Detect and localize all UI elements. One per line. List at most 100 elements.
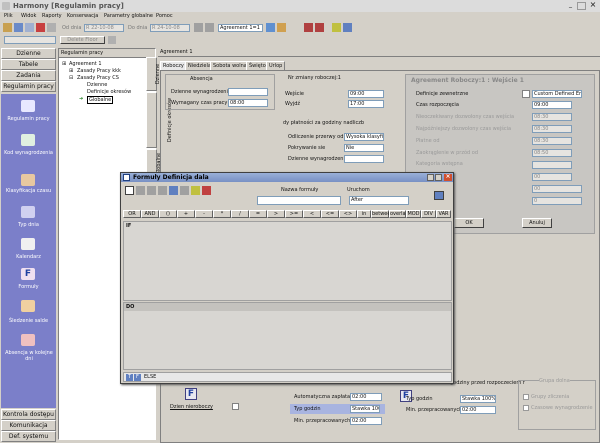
row-input[interactable]: 08:30: [532, 137, 572, 145]
help-icon[interactable]: [304, 23, 313, 32]
delete-icon[interactable]: [36, 23, 45, 32]
wyjscie-input[interactable]: 17:00: [348, 100, 384, 108]
date-to-input[interactable]: R 24-10-08: [150, 24, 190, 32]
op-plus[interactable]: +: [177, 210, 195, 218]
else-tab[interactable]: ELSE: [144, 374, 156, 380]
row-input[interactable]: 08:30: [532, 113, 572, 121]
rules-icon[interactable]: [21, 100, 35, 112]
min2-input[interactable]: 02:00: [460, 406, 496, 414]
nazwa-input[interactable]: [257, 196, 341, 205]
row-input[interactable]: 08:30: [532, 125, 572, 133]
close-icon[interactable]: ×: [444, 174, 452, 181]
calendar-icon[interactable]: [21, 238, 35, 250]
copy-icon[interactable]: [147, 186, 156, 195]
day-type-icon[interactable]: [21, 206, 35, 218]
tree-node-selected[interactable]: Globalne: [87, 96, 114, 104]
calendar-icon[interactable]: [194, 23, 203, 32]
save-icon[interactable]: [169, 186, 178, 195]
op-and[interactable]: AND: [141, 210, 159, 218]
cancel-button[interactable]: Anuluj: [522, 218, 552, 228]
nav-item-label[interactable]: Typ dnia: [1, 222, 56, 228]
screen-icon[interactable]: [343, 23, 352, 32]
quick-select[interactable]: [4, 36, 56, 44]
tree-node[interactable]: Definicje okresów: [87, 89, 131, 95]
if-tab-icon[interactable]: T: [126, 374, 133, 381]
nav-item-label[interactable]: Regulamin pracy: [1, 116, 56, 122]
op-divide[interactable]: /: [231, 210, 249, 218]
op-gte[interactable]: >=: [285, 210, 303, 218]
print-icon[interactable]: [25, 23, 34, 32]
wymagany-input[interactable]: 08:00: [228, 99, 268, 107]
typ2-select[interactable]: Stawka 100%: [460, 395, 496, 403]
op-gt[interactable]: >: [267, 210, 285, 218]
nav-item-label[interactable]: Formuły: [1, 284, 56, 290]
open-icon[interactable]: [3, 23, 12, 32]
typ-select[interactable]: Stawka 100: [350, 405, 380, 413]
open-icon[interactable]: [136, 186, 145, 195]
minimize-button[interactable]: _: [566, 2, 575, 10]
op-multiply[interactable]: *: [213, 210, 231, 218]
new-icon[interactable]: [125, 186, 134, 195]
expand-icon[interactable]: ⊟: [69, 75, 73, 81]
nav-item-label[interactable]: Kalendarz: [1, 254, 56, 260]
tree-node[interactable]: Zasady Pracy kkk: [77, 68, 121, 74]
folder-icon[interactable]: [277, 23, 286, 32]
absence-icon[interactable]: [21, 334, 35, 346]
row-input[interactable]: 08:50: [532, 149, 572, 157]
ok-button[interactable]: OK: [454, 218, 484, 228]
row-input[interactable]: 00: [532, 173, 572, 181]
nav-dzienne[interactable]: Dzienne: [1, 48, 56, 59]
group-icon[interactable]: [266, 23, 275, 32]
nav-item-label[interactable]: Klasyfikacja czasu: [1, 188, 56, 194]
op-in[interactable]: in: [357, 210, 371, 218]
grupy-checkbox[interactable]: [523, 394, 529, 400]
formula-icon[interactable]: F: [21, 268, 35, 280]
odliczenie-select[interactable]: Wysoka klasyfik: [344, 133, 384, 141]
nav-item-label[interactable]: Kod wynagrodzenia: [1, 150, 56, 156]
menu-raporty[interactable]: Raporty: [42, 13, 62, 19]
definicje-select[interactable]: Custom Defined Entr: [532, 90, 582, 98]
zmiany-dzienne-input[interactable]: [344, 155, 384, 163]
row-input[interactable]: [532, 161, 572, 169]
refresh-icon[interactable]: [47, 23, 56, 32]
op-div[interactable]: DIV: [421, 210, 436, 218]
vtab-definicje[interactable]: Definicje okresów: [146, 92, 173, 148]
menu-plik[interactable]: Plik: [4, 13, 13, 19]
info-icon[interactable]: [315, 23, 324, 32]
time-class-icon[interactable]: [21, 174, 35, 186]
tree-node[interactable]: Dzienne: [87, 82, 107, 88]
nav-regulamin[interactable]: Regulamin pracy: [1, 81, 56, 92]
op-var[interactable]: VAR: [436, 210, 451, 218]
expand-icon[interactable]: ⊞: [62, 61, 66, 67]
maximize-button[interactable]: [435, 174, 442, 181]
do-editor[interactable]: DO: [123, 302, 452, 370]
row-stepper[interactable]: 0: [532, 197, 582, 205]
tree-node[interactable]: Zasady Pracy CS: [77, 75, 119, 81]
menu-konserwacja[interactable]: Konserwacja: [67, 13, 98, 19]
definicje-checkbox[interactable]: [522, 90, 530, 98]
do-tab-icon[interactable]: F: [134, 374, 141, 381]
save-icon[interactable]: [14, 23, 23, 32]
menu-widok[interactable]: Widok: [21, 13, 36, 19]
expand-icon[interactable]: ⊞: [69, 68, 73, 74]
op-lte[interactable]: <=: [321, 210, 339, 218]
date-from-input[interactable]: R 22-10-08: [84, 24, 124, 32]
pokrywanie-select[interactable]: Nie: [344, 144, 384, 152]
dzienne-input[interactable]: [228, 88, 268, 96]
nav-zadania[interactable]: Zadania: [1, 70, 56, 81]
maximize-button[interactable]: [577, 2, 586, 10]
paste-icon[interactable]: [158, 186, 167, 195]
nav-kontrola[interactable]: Kontrola dostępu: [1, 409, 56, 420]
tab-urlop[interactable]: Urlop: [266, 61, 286, 70]
wejscie-input[interactable]: 09:00: [348, 90, 384, 98]
menu-pomoc[interactable]: Pomoc: [156, 13, 173, 19]
print-icon[interactable]: [180, 186, 189, 195]
filter-icon[interactable]: [205, 23, 214, 32]
min-input[interactable]: 02:00: [350, 417, 382, 425]
arrow-icon[interactable]: [108, 36, 116, 44]
op-between[interactable]: between: [371, 210, 394, 218]
pay-code-icon[interactable]: [21, 134, 35, 146]
search-icon[interactable]: [191, 186, 200, 195]
op-lt[interactable]: <: [303, 210, 321, 218]
balance-tracking-icon[interactable]: [21, 300, 35, 312]
